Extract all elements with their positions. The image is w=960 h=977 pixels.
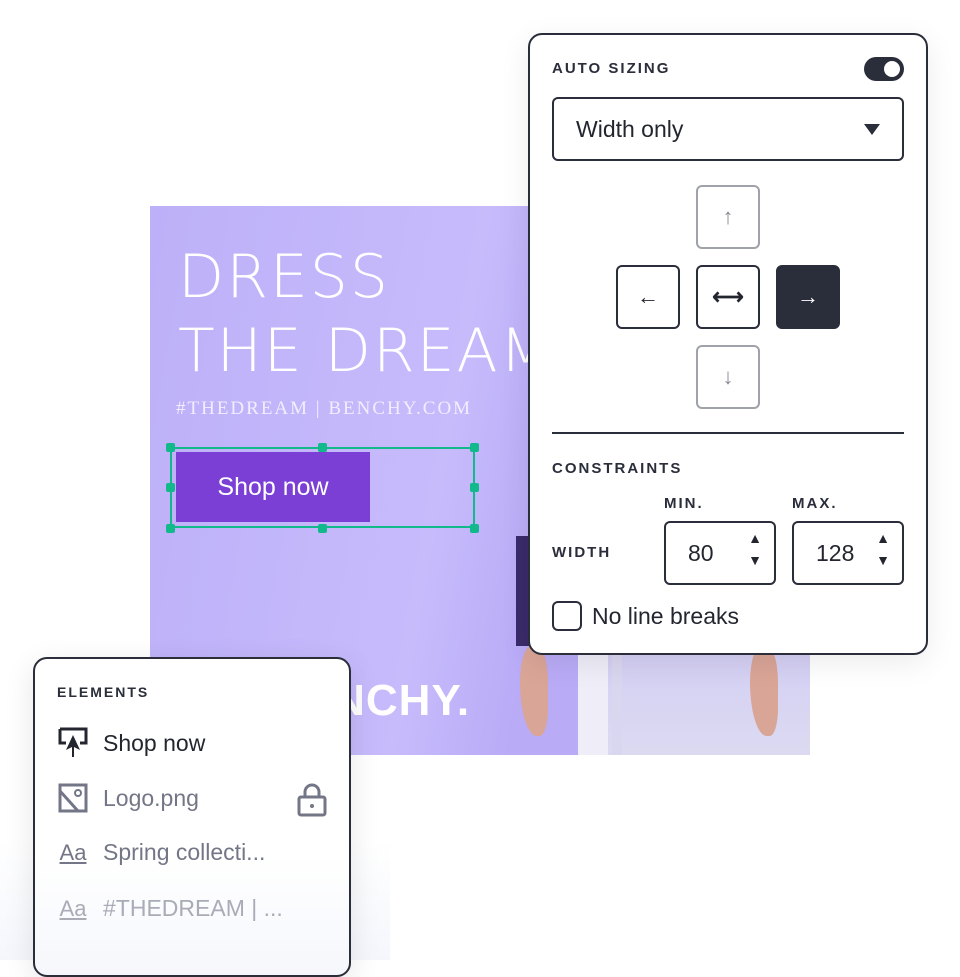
anchor-right-button[interactable]: →: [776, 265, 840, 329]
increment-icon[interactable]: ▲: [876, 531, 890, 545]
max-label: MAX.: [792, 495, 838, 512]
width-label: WIDTH: [552, 544, 612, 561]
constraints-title: CONSTRAINTS: [552, 460, 683, 477]
ad-headline[interactable]: DRESS THE DREAM: [178, 240, 553, 388]
increment-icon[interactable]: ▲: [748, 531, 762, 545]
sizing-mode-value: Width only: [576, 115, 684, 142]
resize-handle[interactable]: [166, 443, 175, 452]
max-width-value[interactable]: 128: [816, 540, 854, 567]
resize-handle[interactable]: [470, 443, 479, 452]
element-item[interactable]: Aa Spring collecti...: [57, 839, 266, 866]
caret-down-icon: [864, 124, 880, 135]
element-item[interactable]: Logo.png: [57, 783, 199, 813]
decrement-icon[interactable]: ▼: [748, 553, 762, 567]
button-cursor-icon: [57, 727, 89, 759]
anchor-down-button[interactable]: ↓: [696, 345, 760, 409]
decrement-icon[interactable]: ▼: [876, 553, 890, 567]
resize-handle[interactable]: [470, 524, 479, 533]
arrow-up-icon: ↑: [722, 204, 734, 229]
anchor-center-button[interactable]: ⟷: [696, 265, 760, 329]
resize-handle[interactable]: [470, 483, 479, 492]
element-item[interactable]: Shop now: [57, 727, 205, 759]
selection-box[interactable]: [170, 447, 475, 528]
element-item[interactable]: Aa #THEDREAM | ...: [57, 895, 283, 922]
no-line-breaks-label: No line breaks: [592, 602, 740, 629]
element-label: #THEDREAM | ...: [103, 895, 283, 921]
no-line-breaks-checkbox[interactable]: No line breaks: [552, 601, 739, 631]
element-label: Logo.png: [103, 784, 199, 811]
auto-sizing-toggle[interactable]: [864, 57, 904, 81]
text-icon: Aa: [59, 895, 87, 921]
image-icon: [57, 783, 89, 813]
anchor-up-button[interactable]: ↑: [696, 185, 760, 249]
photo-pillar: [578, 646, 608, 755]
element-label: Shop now: [103, 729, 206, 756]
shoe: [520, 646, 548, 736]
arrow-left-icon: ←: [637, 284, 659, 309]
auto-sizing-title: AUTO SIZING: [552, 60, 671, 77]
anchor-left-button[interactable]: ←: [616, 265, 680, 329]
arrow-right-icon: →: [797, 284, 819, 309]
element-label: Spring collecti...: [103, 839, 266, 865]
arrow-down-icon: ↓: [722, 364, 734, 389]
divider: [552, 432, 904, 434]
auto-sizing-panel: AUTO SIZING Width only ↑ ← ⟷ → ↓ CONSTRA…: [528, 33, 928, 655]
elements-title: ELEMENTS: [57, 684, 150, 700]
min-width-stepper[interactable]: 80 ▲ ▼: [664, 521, 776, 585]
lock-icon[interactable]: [297, 783, 327, 822]
arrow-both-icon: ⟷: [712, 284, 744, 309]
resize-handle[interactable]: [318, 524, 327, 533]
resize-handle[interactable]: [318, 443, 327, 452]
text-icon: Aa: [59, 839, 87, 865]
sizing-mode-select[interactable]: Width only: [552, 97, 904, 161]
ad-tagline[interactable]: #THEDREAM | BENCHY.COM: [176, 398, 472, 420]
min-width-value[interactable]: 80: [688, 540, 714, 567]
elements-panel: ELEMENTS Shop now Logo.png Aa Spring col…: [33, 657, 351, 977]
min-label: MIN.: [664, 495, 704, 512]
max-width-stepper[interactable]: 128 ▲ ▼: [792, 521, 904, 585]
checkbox-box[interactable]: [552, 601, 582, 631]
resize-handle[interactable]: [166, 483, 175, 492]
photo-pillar: [612, 646, 622, 755]
resize-handle[interactable]: [166, 524, 175, 533]
